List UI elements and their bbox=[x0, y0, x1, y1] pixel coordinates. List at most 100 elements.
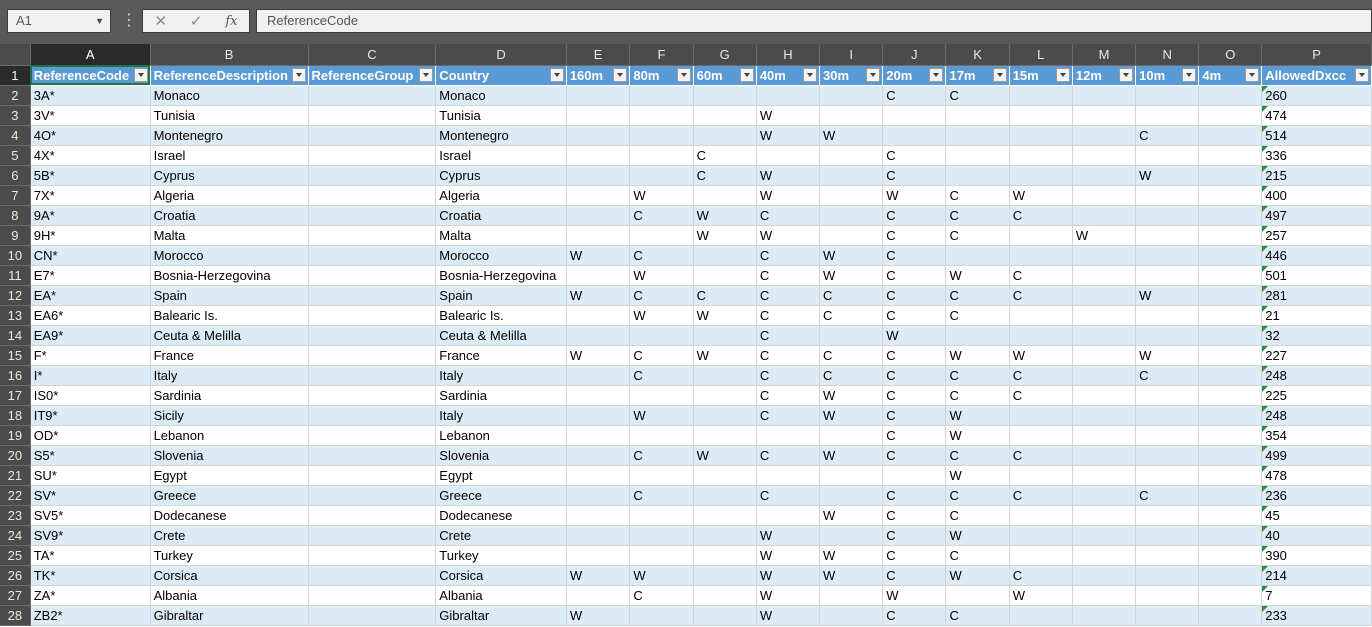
table-cell[interactable]: C bbox=[629, 445, 694, 466]
table-cell[interactable]: 4O* bbox=[30, 125, 151, 146]
table-cell[interactable]: C bbox=[819, 305, 884, 326]
table-cell[interactable]: Greece bbox=[435, 485, 567, 506]
table-cell[interactable]: C bbox=[882, 245, 947, 266]
table-cell[interactable] bbox=[756, 425, 821, 446]
header-cell[interactable]: 17m bbox=[945, 65, 1010, 86]
table-cell[interactable]: Croatia bbox=[150, 205, 309, 226]
table-cell[interactable]: 390 bbox=[1261, 545, 1372, 566]
column-header-h[interactable]: H bbox=[756, 44, 821, 66]
header-cell[interactable]: 10m bbox=[1135, 65, 1200, 86]
column-header-c[interactable]: C bbox=[308, 44, 437, 66]
header-cell[interactable]: 60m bbox=[693, 65, 757, 86]
table-cell[interactable] bbox=[1135, 545, 1200, 566]
table-cell[interactable] bbox=[1009, 325, 1073, 346]
filter-dropdown-icon[interactable] bbox=[1245, 67, 1260, 82]
table-cell[interactable]: W bbox=[819, 245, 884, 266]
table-cell[interactable]: W bbox=[819, 565, 884, 586]
table-cell[interactable] bbox=[1198, 265, 1263, 286]
table-cell[interactable] bbox=[308, 145, 437, 166]
table-cell[interactable] bbox=[308, 325, 437, 346]
column-header-g[interactable]: G bbox=[693, 44, 757, 66]
row-header[interactable]: 12 bbox=[0, 285, 31, 306]
table-cell[interactable]: 474 bbox=[1261, 105, 1372, 126]
chevron-down-icon[interactable]: ▼ bbox=[95, 10, 104, 32]
table-cell[interactable] bbox=[1009, 105, 1073, 126]
table-cell[interactable]: Malta bbox=[435, 225, 567, 246]
header-cell[interactable]: 80m bbox=[629, 65, 694, 86]
more-options-icon[interactable]: ⋮ bbox=[121, 10, 137, 32]
table-cell[interactable]: Tunisia bbox=[150, 105, 309, 126]
table-cell[interactable]: W bbox=[693, 445, 757, 466]
table-cell[interactable]: Italy bbox=[435, 405, 567, 426]
table-cell[interactable]: 248 bbox=[1261, 405, 1372, 426]
table-cell[interactable]: W bbox=[756, 225, 821, 246]
table-cell[interactable] bbox=[629, 465, 694, 486]
table-cell[interactable] bbox=[308, 125, 437, 146]
header-cell[interactable]: 15m bbox=[1009, 65, 1073, 86]
table-cell[interactable]: C bbox=[756, 365, 821, 386]
row-header[interactable]: 22 bbox=[0, 485, 31, 506]
table-cell[interactable] bbox=[629, 325, 694, 346]
table-cell[interactable] bbox=[1072, 245, 1137, 266]
table-cell[interactable] bbox=[1135, 185, 1200, 206]
table-cell[interactable] bbox=[1009, 305, 1073, 326]
row-header[interactable]: 10 bbox=[0, 245, 31, 266]
table-cell[interactable] bbox=[566, 145, 631, 166]
table-cell[interactable]: C bbox=[945, 445, 1010, 466]
table-cell[interactable] bbox=[566, 225, 631, 246]
column-header-o[interactable]: O bbox=[1198, 44, 1263, 66]
row-header[interactable]: 9 bbox=[0, 225, 31, 246]
table-cell[interactable] bbox=[1198, 325, 1263, 346]
table-cell[interactable] bbox=[1198, 245, 1263, 266]
table-cell[interactable] bbox=[1072, 265, 1137, 286]
table-cell[interactable]: C bbox=[945, 605, 1010, 626]
table-cell[interactable] bbox=[566, 305, 631, 326]
table-cell[interactable] bbox=[756, 85, 821, 106]
table-cell[interactable] bbox=[693, 525, 757, 546]
row-header[interactable]: 27 bbox=[0, 585, 31, 606]
table-cell[interactable]: 7 bbox=[1261, 585, 1372, 606]
table-cell[interactable] bbox=[308, 385, 437, 406]
table-cell[interactable]: W bbox=[566, 605, 631, 626]
table-cell[interactable]: Albania bbox=[150, 585, 309, 606]
table-cell[interactable] bbox=[629, 545, 694, 566]
table-cell[interactable]: Lebanon bbox=[435, 425, 567, 446]
table-cell[interactable]: C bbox=[882, 265, 947, 286]
table-cell[interactable]: 400 bbox=[1261, 185, 1372, 206]
column-header-n[interactable]: N bbox=[1135, 44, 1200, 66]
table-cell[interactable] bbox=[819, 105, 884, 126]
table-cell[interactable]: 233 bbox=[1261, 605, 1372, 626]
table-cell[interactable] bbox=[1198, 165, 1263, 186]
table-cell[interactable] bbox=[308, 345, 437, 366]
table-cell[interactable] bbox=[693, 245, 757, 266]
table-cell[interactable]: 214 bbox=[1261, 565, 1372, 586]
row-header[interactable]: 1 bbox=[0, 65, 31, 86]
table-cell[interactable] bbox=[756, 465, 821, 486]
table-cell[interactable]: C bbox=[819, 285, 884, 306]
table-cell[interactable]: C bbox=[882, 205, 947, 226]
column-header-a[interactable]: A bbox=[30, 44, 151, 66]
table-cell[interactable] bbox=[1009, 85, 1073, 106]
table-cell[interactable]: 9A* bbox=[30, 205, 151, 226]
header-cell[interactable]: 20m bbox=[882, 65, 947, 86]
header-cell[interactable]: ReferenceDescription bbox=[150, 65, 309, 86]
row-header[interactable]: 15 bbox=[0, 345, 31, 366]
table-cell[interactable] bbox=[1198, 145, 1263, 166]
table-cell[interactable] bbox=[308, 545, 437, 566]
table-cell[interactable] bbox=[1198, 445, 1263, 466]
table-cell[interactable] bbox=[1072, 565, 1137, 586]
table-cell[interactable]: E7* bbox=[30, 265, 151, 286]
table-cell[interactable]: 40 bbox=[1261, 525, 1372, 546]
table-cell[interactable] bbox=[308, 485, 437, 506]
table-cell[interactable]: 32 bbox=[1261, 325, 1372, 346]
table-cell[interactable] bbox=[566, 425, 631, 446]
table-cell[interactable] bbox=[693, 385, 757, 406]
table-cell[interactable] bbox=[693, 365, 757, 386]
table-cell[interactable] bbox=[566, 525, 631, 546]
table-cell[interactable]: F* bbox=[30, 345, 151, 366]
table-cell[interactable]: C bbox=[882, 565, 947, 586]
table-cell[interactable] bbox=[1009, 405, 1073, 426]
table-cell[interactable] bbox=[566, 445, 631, 466]
table-cell[interactable]: Gibraltar bbox=[150, 605, 309, 626]
table-cell[interactable] bbox=[819, 525, 884, 546]
